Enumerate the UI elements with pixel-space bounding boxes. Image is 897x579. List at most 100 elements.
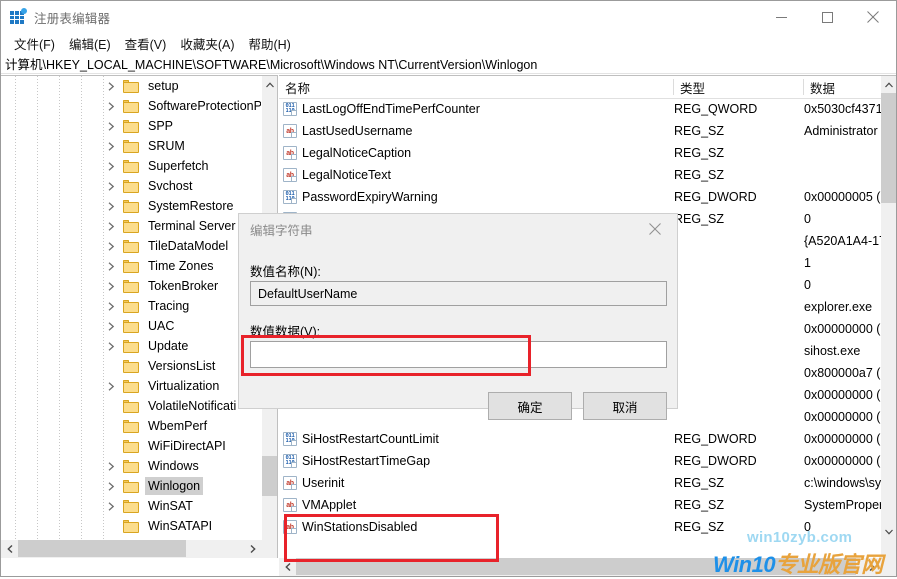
tree-expand-icon[interactable] (105, 96, 118, 116)
ok-button[interactable]: 确定 (488, 392, 572, 420)
tree-item-volatilenotificati[interactable]: VolatileNotificati (1, 396, 263, 416)
tree-pane: setupSoftwareProtectionPlSPPSRUMSuperfet… (1, 75, 278, 558)
value-name-label: 数值名称(N): (250, 261, 321, 280)
table-row[interactable]: 011110SiHostRestartTimeGapREG_DWORD0x000… (279, 450, 881, 472)
tree-expand-icon[interactable] (105, 216, 118, 236)
tree-item-wbemperf[interactable]: WbemPerf (1, 416, 263, 436)
cell-data: 0 (804, 208, 811, 230)
tree-expand-icon[interactable] (105, 136, 118, 156)
tree-expand-icon[interactable] (105, 176, 118, 196)
tree-expand-icon[interactable] (105, 276, 118, 296)
tree-item-versionslist[interactable]: VersionsList (1, 356, 263, 376)
tree-expand-icon[interactable] (105, 456, 118, 476)
tree-expand-icon[interactable] (105, 496, 118, 516)
tree-expand-icon[interactable] (105, 316, 118, 336)
folder-icon (123, 500, 139, 513)
tree-item-label: SoftwareProtectionPl (145, 97, 263, 115)
tree-expand-icon[interactable] (105, 156, 118, 176)
cell-data: 0x00000000 (0) (804, 428, 881, 450)
tree-item-wifidirectapi[interactable]: WiFiDirectAPI (1, 436, 263, 456)
cell-data: 0x5030cf4371e (5510660372254 (804, 98, 881, 120)
tree-item-winlogon[interactable]: Winlogon (1, 476, 263, 496)
tree-item-update[interactable]: Update (1, 336, 263, 356)
tree-item-uac[interactable]: UAC (1, 316, 263, 336)
table-row[interactable]: abVMAppletREG_SZSystemPropertiesPerforma… (279, 494, 881, 516)
menu-file[interactable]: 文件(F) (7, 33, 62, 54)
table-row[interactable]: abLastUsedUsernameREG_SZAdministrator (279, 120, 881, 142)
tree-hscroll-left-button[interactable] (1, 540, 18, 557)
values-scroll-up-button[interactable] (881, 76, 896, 93)
table-row[interactable]: abLegalNoticeCaptionREG_SZ (279, 142, 881, 164)
tree-leaf-marker (105, 356, 118, 376)
close-button[interactable] (850, 1, 896, 33)
cell-type: REG_SZ (674, 142, 724, 164)
cell-name: abVMApplet (283, 494, 356, 516)
column-header-type[interactable]: 类型 (674, 76, 804, 98)
tree-scroll-up-button[interactable] (262, 76, 277, 93)
tree-item-label: WinSATAPI (145, 517, 215, 535)
table-row[interactable]: abLegalNoticeTextREG_SZ (279, 164, 881, 186)
tree-item-setup[interactable]: setup (1, 76, 263, 96)
tree-scroll-thumb[interactable] (262, 456, 277, 496)
values-scroll-down-button[interactable] (881, 523, 896, 540)
minimize-button[interactable] (758, 1, 804, 33)
dialog-close-icon[interactable] (633, 214, 677, 243)
tree-expand-icon[interactable] (105, 336, 118, 356)
tree-item-winsatapi[interactable]: WinSATAPI (1, 516, 263, 536)
tree-expand-icon[interactable] (105, 76, 118, 96)
tree-item-spp[interactable]: SPP (1, 116, 263, 136)
tree-item-superfetch[interactable]: Superfetch (1, 156, 263, 176)
cancel-button[interactable]: 取消 (583, 392, 667, 420)
tree-list[interactable]: setupSoftwareProtectionPlSPPSRUMSuperfet… (1, 76, 263, 558)
table-row[interactable]: 011110SiHostRestartCountLimitREG_DWORD0x… (279, 428, 881, 450)
values-scroll-thumb[interactable] (881, 93, 896, 203)
tree-item-svchost[interactable]: Svchost (1, 176, 263, 196)
maximize-button[interactable] (804, 1, 850, 33)
value-data-input[interactable] (250, 341, 667, 368)
column-header-data[interactable]: 数据 (804, 76, 881, 98)
tree-expand-icon[interactable] (105, 256, 118, 276)
tree-expand-icon[interactable] (105, 376, 118, 396)
tree-leaf-marker (105, 516, 118, 536)
cell-type: REG_SZ (674, 516, 724, 538)
tree-item-tracing[interactable]: Tracing (1, 296, 263, 316)
tree-expand-icon[interactable] (105, 196, 118, 216)
table-row[interactable]: 011110PasswordExpiryWarningREG_DWORD0x00… (279, 186, 881, 208)
tree-item-tiledatamodel[interactable]: TileDataModel (1, 236, 263, 256)
tree-item-softwareprotectionpl[interactable]: SoftwareProtectionPl (1, 96, 263, 116)
tree-expand-icon[interactable] (105, 296, 118, 316)
tree-item-srum[interactable]: SRUM (1, 136, 263, 156)
table-row[interactable]: 011110LastLogOffEndTimePerfCounterREG_QW… (279, 98, 881, 120)
tree-horizontal-scrollbar[interactable] (1, 540, 278, 558)
reg-number-icon: 011110 (283, 102, 297, 116)
tree-item-label: WbemPerf (145, 417, 210, 435)
folder-icon (123, 100, 139, 113)
value-name-input[interactable]: DefaultUserName (250, 281, 667, 306)
value-name: WinStationsDisabled (302, 520, 417, 534)
menu-view[interactable]: 查看(V) (118, 33, 174, 54)
tree-item-tokenbroker[interactable]: TokenBroker (1, 276, 263, 296)
values-vertical-scrollbar[interactable] (881, 76, 896, 558)
address-bar[interactable]: 计算机\HKEY_LOCAL_MACHINE\SOFTWARE\Microsof… (1, 54, 896, 74)
tree-expand-icon[interactable] (105, 116, 118, 136)
value-name: SiHostRestartCountLimit (302, 432, 439, 446)
tree-item-virtualization[interactable]: Virtualization (1, 376, 263, 396)
values-hscroll-left-button[interactable] (279, 558, 296, 575)
watermark-logo-blue: Win10 (713, 552, 775, 577)
tree-item-label: WiFiDirectAPI (145, 437, 229, 455)
tree-item-terminal-server[interactable]: Terminal Server (1, 216, 263, 236)
menu-favorites[interactable]: 收藏夹(A) (173, 33, 241, 54)
column-header-name[interactable]: 名称 (279, 76, 674, 98)
tree-hscroll-thumb[interactable] (18, 540, 186, 557)
tree-item-windows[interactable]: Windows (1, 456, 263, 476)
tree-expand-icon[interactable] (105, 236, 118, 256)
menu-help[interactable]: 帮助(H) (241, 33, 297, 54)
table-row[interactable]: abUserinitREG_SZc:\windows\system32\user… (279, 472, 881, 494)
tree-item-time-zones[interactable]: Time Zones (1, 256, 263, 276)
tree-item-winsat[interactable]: WinSAT (1, 496, 263, 516)
menu-edit[interactable]: 编辑(E) (62, 33, 118, 54)
tree-hscroll-right-button[interactable] (244, 540, 261, 557)
tree-expand-icon[interactable] (105, 476, 118, 496)
tree-item-systemrestore[interactable]: SystemRestore (1, 196, 263, 216)
table-row[interactable]: 0x00000000 (0) (279, 406, 881, 428)
